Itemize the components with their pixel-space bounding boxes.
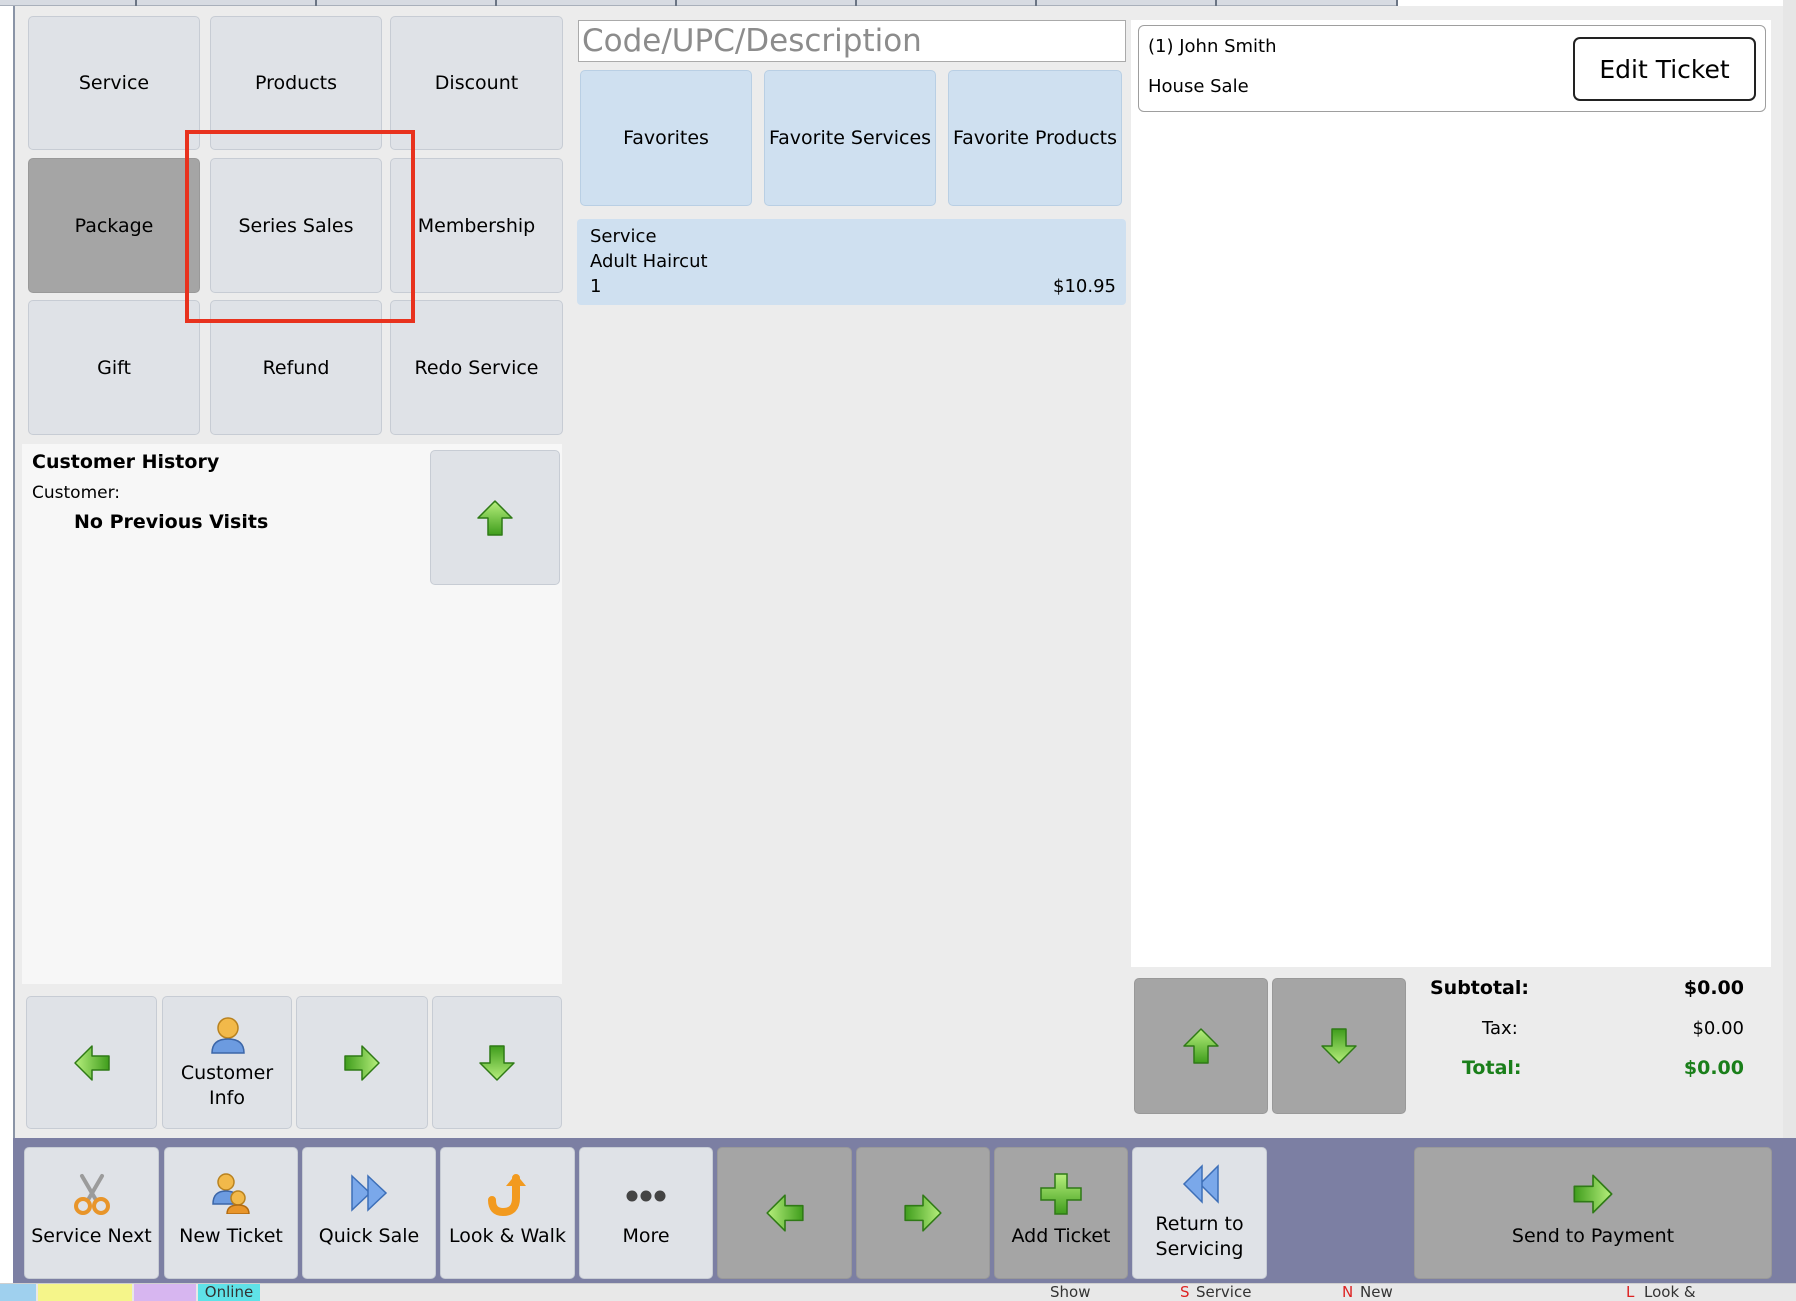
no-visits-message: No Previous Visits bbox=[74, 511, 269, 533]
arrow-left-icon bbox=[762, 1192, 808, 1234]
subtotal-value: $0.00 bbox=[1683, 977, 1744, 999]
quick-sale-label: Quick Sale bbox=[318, 1225, 420, 1247]
history-scroll-down-button[interactable] bbox=[432, 996, 562, 1129]
arrow-up-icon bbox=[1181, 1024, 1221, 1068]
arrow-down-icon bbox=[477, 1041, 517, 1085]
plus-icon bbox=[1040, 1173, 1082, 1215]
look-walk-button[interactable]: Look & Walk bbox=[440, 1147, 575, 1279]
category-series-sales-label: Series Sales bbox=[238, 214, 354, 237]
line-item-quantity: 1 bbox=[590, 276, 602, 297]
return-label-1: Return to bbox=[1155, 1213, 1244, 1235]
ticket-scroll-down-button[interactable] bbox=[1272, 978, 1406, 1114]
customer-info-label-2: Info bbox=[209, 1087, 245, 1109]
add-ticket-button[interactable]: Add Ticket bbox=[994, 1147, 1128, 1279]
history-scroll-up-button[interactable] bbox=[430, 450, 560, 585]
ticket-scroll-up-button[interactable] bbox=[1134, 978, 1268, 1114]
new-ticket-button[interactable]: New Ticket bbox=[164, 1147, 298, 1279]
tax-label: Tax: bbox=[1482, 1018, 1518, 1039]
category-products-label: Products bbox=[254, 72, 338, 94]
favorite-services-button[interactable]: Favorite Services bbox=[764, 70, 936, 206]
arrow-down-icon bbox=[1319, 1024, 1359, 1068]
category-service-button[interactable]: Service bbox=[28, 16, 200, 150]
send-to-payment-button[interactable]: Send to Payment bbox=[1414, 1147, 1772, 1279]
line-item-name: Adult Haircut bbox=[590, 251, 708, 272]
customer-history-title: Customer History bbox=[32, 451, 220, 473]
more-label: More bbox=[622, 1225, 670, 1247]
look-key: L bbox=[1626, 1283, 1635, 1301]
favorites-button[interactable]: Favorites bbox=[580, 70, 752, 206]
category-discount-label: Discount bbox=[434, 72, 519, 94]
new-ticket-label: New Ticket bbox=[179, 1225, 283, 1247]
toolbar-next-button[interactable] bbox=[856, 1147, 990, 1279]
arrow-right-icon bbox=[340, 1043, 384, 1083]
category-membership-label: Membership bbox=[417, 214, 536, 237]
category-products-button[interactable]: Products bbox=[210, 16, 382, 150]
line-item-row[interactable]: Service Adult Haircut 1 $10.95 bbox=[577, 219, 1126, 305]
person-icon bbox=[211, 1017, 245, 1054]
category-membership-button[interactable]: Membership bbox=[390, 158, 563, 293]
online-status: Online bbox=[198, 1284, 260, 1301]
category-refund-button[interactable]: Refund bbox=[210, 300, 382, 435]
category-package-label: Package bbox=[74, 214, 154, 237]
more-dots-icon bbox=[626, 1190, 666, 1202]
new-key: N bbox=[1342, 1283, 1354, 1301]
category-service-label: Service bbox=[78, 72, 150, 94]
line-item-type: Service bbox=[590, 226, 657, 247]
customer-label: Customer: bbox=[32, 483, 121, 503]
return-to-servicing-button[interactable]: Return to Servicing bbox=[1132, 1147, 1267, 1279]
service-key: S bbox=[1180, 1283, 1190, 1301]
ticket-panel bbox=[1131, 20, 1771, 967]
favorite-services-label: Favorite Services bbox=[768, 127, 932, 149]
category-redo-service-button[interactable]: Redo Service bbox=[390, 300, 563, 435]
line-item-price: $10.95 bbox=[1053, 276, 1116, 297]
category-redo-service-label: Redo Service bbox=[414, 356, 539, 379]
look-walk-label: Look & Walk bbox=[449, 1225, 566, 1247]
quick-sale-button[interactable]: Quick Sale bbox=[302, 1147, 436, 1279]
more-button[interactable]: More bbox=[579, 1147, 713, 1279]
tax-value: $0.00 bbox=[1692, 1018, 1744, 1039]
category-discount-button[interactable]: Discount bbox=[390, 16, 563, 150]
arrow-right-icon bbox=[900, 1192, 946, 1234]
status-strip: Online Show S Service N New L Look & bbox=[0, 1283, 1796, 1301]
return-label-2: Servicing bbox=[1155, 1238, 1244, 1260]
look-status-label: Look & bbox=[1644, 1283, 1696, 1301]
edit-ticket-label: Edit Ticket bbox=[1599, 54, 1730, 84]
ticket-sale-type: House Sale bbox=[1148, 76, 1249, 97]
arrow-right-icon bbox=[1570, 1172, 1616, 1216]
total-label: Total: bbox=[1462, 1057, 1522, 1079]
new-person-icon bbox=[212, 1173, 250, 1214]
favorite-products-label: Favorite Products bbox=[952, 127, 1117, 149]
category-refund-label: Refund bbox=[262, 356, 330, 379]
service-status-label: Service bbox=[1196, 1283, 1252, 1301]
favorites-label: Favorites bbox=[623, 127, 709, 149]
service-next-button[interactable]: Service Next bbox=[24, 1147, 159, 1279]
ticket-customer-name: (1) John Smith bbox=[1148, 36, 1277, 57]
subtotal-label: Subtotal: bbox=[1430, 977, 1529, 999]
arrow-left-icon bbox=[70, 1043, 114, 1083]
category-series-sales-button[interactable]: Series Sales bbox=[210, 158, 382, 293]
edit-ticket-button[interactable]: Edit Ticket bbox=[1573, 37, 1756, 101]
arrow-up-icon bbox=[475, 496, 515, 540]
customer-info-label-1: Customer bbox=[180, 1062, 274, 1084]
favorite-products-button[interactable]: Favorite Products bbox=[948, 70, 1122, 206]
send-to-payment-label: Send to Payment bbox=[1511, 1225, 1675, 1247]
fast-forward-icon bbox=[351, 1174, 388, 1212]
category-package-button[interactable]: Package bbox=[28, 158, 200, 293]
rewind-icon bbox=[1182, 1164, 1219, 1204]
customer-next-button[interactable] bbox=[296, 996, 428, 1129]
customer-info-button[interactable]: Customer Info bbox=[162, 996, 292, 1129]
category-gift-label: Gift bbox=[97, 356, 131, 379]
scissors-icon bbox=[73, 1174, 110, 1215]
customer-prev-button[interactable] bbox=[26, 996, 157, 1129]
search-input[interactable] bbox=[578, 20, 1126, 62]
toolbar-prev-button[interactable] bbox=[717, 1147, 852, 1279]
right-edge bbox=[1783, 0, 1796, 1300]
add-ticket-label: Add Ticket bbox=[1011, 1225, 1111, 1247]
category-gift-button[interactable]: Gift bbox=[28, 300, 200, 435]
total-value: $0.00 bbox=[1683, 1057, 1744, 1079]
show-label: Show bbox=[1050, 1283, 1091, 1301]
new-status-label: New bbox=[1360, 1283, 1393, 1301]
u-turn-arrow-icon bbox=[487, 1174, 526, 1216]
service-next-label: Service Next bbox=[31, 1225, 152, 1247]
